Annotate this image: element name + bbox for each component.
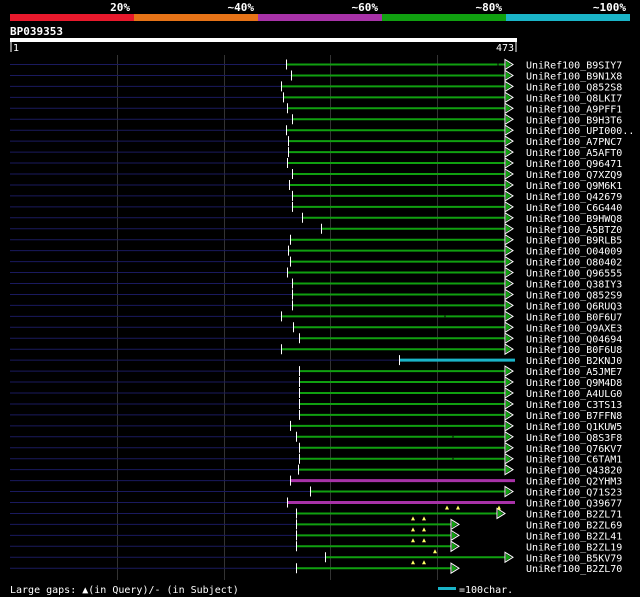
hit-label[interactable]: UniRef100_O04009	[526, 247, 622, 258]
hit-label[interactable]: UniRef100_B2ZL71	[526, 509, 622, 520]
identity-scale-segment	[258, 14, 382, 21]
hit-label[interactable]: UniRef100_B2ZL41	[526, 531, 622, 542]
hit-label[interactable]: UniRef100_A4ULG0	[526, 389, 622, 400]
identity-scale-label: ~100%	[593, 1, 626, 14]
hit-label[interactable]: UniRef100_B2ZL19	[526, 542, 622, 553]
hit-label[interactable]: UniRef100_B5KV79	[526, 553, 622, 564]
hit-label[interactable]: UniRef100_Q39677	[526, 499, 622, 510]
hit-label[interactable]: UniRef100_A5AFT0	[526, 148, 622, 159]
gap-legend: Large gaps: ▲(in Query)/- (in Subject)	[10, 585, 239, 596]
identity-scale-segment	[506, 14, 630, 21]
hit-label[interactable]: UniRef100_A5BTZ0	[526, 225, 622, 236]
subject-gap-mark	[444, 315, 446, 318]
hit-label[interactable]: UniRef100_Q9M6K1	[526, 181, 622, 192]
hit-label[interactable]: UniRef100_B7FFN8	[526, 411, 622, 422]
hit-label[interactable]: UniRef100_B9H3T6	[526, 115, 622, 126]
hit-label[interactable]: UniRef100_B9SIY7	[526, 61, 622, 72]
ruler-end-label: 473	[496, 43, 514, 54]
identity-scale-label: ~40%	[228, 1, 255, 14]
subject-gap-mark	[452, 435, 454, 438]
scale-bar	[438, 587, 456, 590]
hit-label[interactable]: UniRef100_A5JME7	[526, 367, 622, 378]
hit-label[interactable]: UniRef100_Q7XZQ9	[526, 170, 622, 181]
hit-label[interactable]: UniRef100_Q96555	[526, 269, 622, 280]
hit-label[interactable]: UniRef100_C6TAM1	[526, 455, 622, 466]
query-bar	[10, 38, 517, 42]
hit-label[interactable]: UniRef100_B2ZL69	[526, 520, 622, 531]
hit-label[interactable]: UniRef100_O80402	[526, 258, 622, 269]
hit-label[interactable]: UniRef100_Q1KUW5	[526, 422, 622, 433]
hit-label[interactable]: UniRef100_Q8LKI7	[526, 93, 622, 104]
scale-legend: =100char.	[459, 585, 513, 596]
hit-label[interactable]: UniRef100_B9RLB5	[526, 236, 622, 247]
hit-label[interactable]: UniRef100_A9PFF1	[526, 104, 622, 115]
hit-label[interactable]: UniRef100_Q71S23	[526, 488, 622, 499]
subject-gap-mark	[497, 63, 499, 66]
identity-scale-label: 20%	[110, 1, 130, 14]
hit-label[interactable]: UniRef100_B0F6U8	[526, 345, 622, 356]
hit-label[interactable]: UniRef100_Q42679	[526, 192, 622, 203]
hit-label[interactable]: UniRef100_Q2YHM3	[526, 477, 622, 488]
hit-label[interactable]: UniRef100_Q8S3F8	[526, 433, 622, 444]
hit-label[interactable]: UniRef100_Q96471	[526, 159, 622, 170]
identity-scale-label: ~80%	[476, 1, 503, 14]
hit-label[interactable]: UniRef100_B2KNJ0	[526, 356, 622, 367]
identity-scale-label: ~60%	[352, 1, 379, 14]
identity-scale-segment	[382, 14, 506, 21]
hit-label[interactable]: UniRef100_Q76KV7	[526, 444, 622, 455]
subject-gap-mark	[452, 457, 454, 460]
hit-label[interactable]: UniRef100_B2ZL70	[526, 564, 622, 575]
hit-label[interactable]: UniRef100_Q04694	[526, 334, 622, 345]
hit-label[interactable]: UniRef100_B9HWQ8	[526, 214, 622, 225]
hit-label[interactable]: UniRef100_Q9AXE3	[526, 323, 622, 334]
alignment-overview-chart: 20% ~40% ~60% ~80% ~100% BP039353 1 473 UniR…	[0, 0, 640, 597]
identity-scale-segment	[134, 14, 258, 21]
hit-label[interactable]: UniRef100_Q852S8	[526, 82, 622, 93]
hit-label[interactable]: UniRef100_B9N1X8	[526, 71, 622, 82]
identity-scale-segment	[10, 14, 134, 21]
hit-label[interactable]: UniRef100_A7PNC7	[526, 137, 622, 148]
hit-label[interactable]: UniRef100_Q38IY3	[526, 280, 622, 291]
hit-label[interactable]: UniRef100_Q43820	[526, 466, 622, 477]
hit-label[interactable]: UniRef100_UPI000..	[526, 126, 634, 137]
hit-label[interactable]: UniRef100_Q852S9	[526, 290, 622, 301]
hit-label[interactable]: UniRef100_Q6RUQ3	[526, 301, 622, 312]
hit-label[interactable]: UniRef100_B0F6U7	[526, 312, 622, 323]
hit-label[interactable]: UniRef100_C3TS13	[526, 400, 622, 411]
query-id: BP039353	[10, 25, 63, 38]
hit-label[interactable]: UniRef100_Q9M4D8	[526, 378, 622, 389]
ruler-start-label: 1	[13, 43, 19, 54]
hit-label[interactable]: UniRef100_C6G440	[526, 203, 622, 214]
